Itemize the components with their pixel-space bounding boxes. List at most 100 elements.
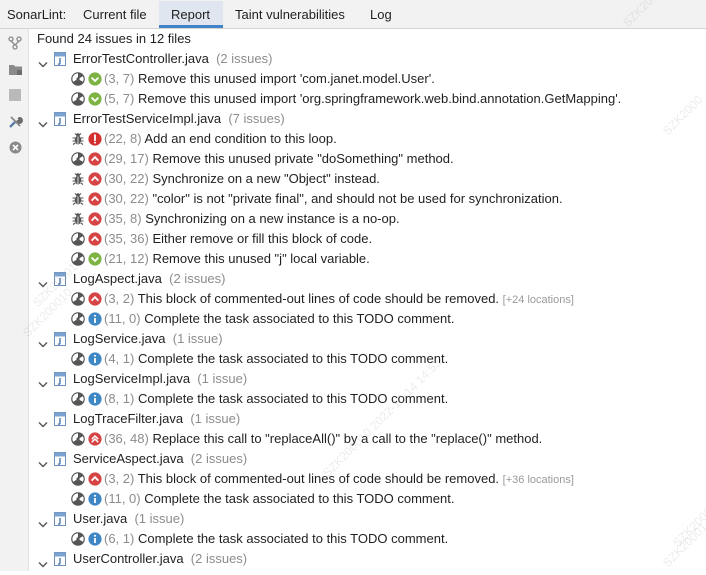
issues-tree: Found 24 issues in 12 files ErrorTestCon… bbox=[30, 29, 706, 571]
issue-message: Remove this unused private "doSomething"… bbox=[152, 151, 454, 166]
file-row[interactable]: LogServiceImpl.java (1 issue) bbox=[30, 369, 706, 389]
issue-row[interactable]: (3, 7) Remove this unused import 'com.ja… bbox=[30, 69, 706, 89]
issue-position: (22, 8) bbox=[104, 131, 142, 146]
tool-window-title: SonarLint: bbox=[7, 7, 67, 22]
side-toolbar bbox=[0, 29, 29, 571]
file-issue-count: (1 issue) bbox=[190, 411, 241, 426]
issue-locations[interactable]: [+24 locations] bbox=[503, 294, 574, 306]
issue-position: (3, 2) bbox=[104, 291, 135, 306]
issue-message: Remove this unused import 'com.janet.mod… bbox=[137, 71, 435, 86]
issue-text: (21, 12) Remove this unused "j" local va… bbox=[104, 249, 370, 269]
issue-message: "color" is not "private final", and shou… bbox=[152, 191, 563, 206]
file-row[interactable]: LogService.java (1 issue) bbox=[30, 329, 706, 349]
java-file-icon bbox=[54, 412, 66, 426]
issue-position: (11, 0) bbox=[104, 491, 141, 506]
branch-icon[interactable] bbox=[7, 35, 23, 51]
issue-row[interactable]: (29, 17) Remove this unused private "doS… bbox=[30, 149, 706, 169]
issue-text: (3, 2) This block of commented-out lines… bbox=[104, 289, 574, 310]
file-name: ServiceAspect.java (2 issues) bbox=[73, 451, 248, 466]
file-row[interactable]: ErrorTestController.java (2 issues) bbox=[30, 49, 706, 69]
tab-taint-vulnerabilities[interactable]: Taint vulnerabilities bbox=[235, 7, 345, 22]
issue-position: (8, 1) bbox=[104, 391, 135, 406]
tools-icon[interactable] bbox=[7, 113, 23, 129]
clear-icon[interactable] bbox=[7, 139, 23, 155]
issue-position: (4, 1) bbox=[104, 351, 135, 366]
file-row[interactable]: LogTraceFilter.java (1 issue) bbox=[30, 409, 706, 429]
file-issue-count: (1 issue) bbox=[134, 511, 185, 526]
file-name: LogService.java (1 issue) bbox=[73, 331, 223, 346]
issue-row[interactable]: (35, 8) Synchronizing on a new instance … bbox=[30, 209, 706, 229]
selected-tab-indicator bbox=[159, 25, 223, 28]
java-file-icon bbox=[54, 332, 66, 346]
file-name: LogTraceFilter.java (1 issue) bbox=[73, 411, 241, 426]
issue-row[interactable]: (5, 7) Remove this unused import 'org.sp… bbox=[30, 89, 706, 109]
issue-message: Remove this unused import 'org.springfra… bbox=[137, 91, 622, 106]
java-file-icon bbox=[54, 552, 66, 566]
tab-current-file[interactable]: Current file bbox=[83, 7, 147, 22]
file-row[interactable]: ErrorTestServiceImpl.java (7 issues) bbox=[30, 109, 706, 129]
issue-row[interactable]: (4, 1) Complete the task associated to t… bbox=[30, 349, 706, 369]
issues-summary: Found 24 issues in 12 files bbox=[37, 31, 191, 46]
issue-position: (21, 12) bbox=[104, 251, 149, 266]
file-issue-count: (2 issues) bbox=[190, 551, 248, 566]
issue-position: (11, 0) bbox=[104, 311, 141, 326]
issue-text: (30, 22) Synchronize on a new "Object" i… bbox=[104, 169, 380, 189]
issue-row[interactable]: (3, 2) This block of commented-out lines… bbox=[30, 289, 706, 309]
issue-row[interactable]: (30, 22) Synchronize on a new "Object" i… bbox=[30, 169, 706, 189]
issue-text: (5, 7) Remove this unused import 'org.sp… bbox=[104, 89, 621, 109]
java-file-icon bbox=[54, 452, 66, 466]
issue-message: Synchronizing on a new instance is a no-… bbox=[145, 211, 400, 226]
issue-message: This block of commented-out lines of cod… bbox=[137, 291, 500, 306]
issue-locations[interactable]: [+36 locations] bbox=[503, 474, 574, 486]
file-issue-count: (1 issue) bbox=[197, 371, 248, 386]
file-name: LogServiceImpl.java (1 issue) bbox=[73, 371, 248, 386]
file-name: LogAspect.java (2 issues) bbox=[73, 271, 226, 286]
file-name: User.java (1 issue) bbox=[73, 511, 185, 526]
tab-log[interactable]: Log bbox=[370, 7, 392, 22]
issue-row[interactable]: (30, 22) "color" is not "private final",… bbox=[30, 189, 706, 209]
java-file-icon bbox=[54, 272, 66, 286]
issue-row[interactable]: (36, 48) Replace this call to "replaceAl… bbox=[30, 429, 706, 449]
issue-position: (35, 8) bbox=[104, 211, 142, 226]
issue-message: Complete the task associated to this TOD… bbox=[144, 311, 455, 326]
issue-row[interactable]: (11, 0) Complete the task associated to … bbox=[30, 489, 706, 509]
issue-row[interactable]: (6, 1) Complete the task associated to t… bbox=[30, 529, 706, 549]
issue-row[interactable]: (35, 36) Either remove or fill this bloc… bbox=[30, 229, 706, 249]
tab-report[interactable]: Report bbox=[171, 7, 210, 22]
folder-icon[interactable] bbox=[7, 61, 23, 77]
issue-row[interactable]: (3, 2) This block of commented-out lines… bbox=[30, 469, 706, 489]
issue-row[interactable]: (21, 12) Remove this unused "j" local va… bbox=[30, 249, 706, 269]
file-issue-count: (1 issue) bbox=[172, 331, 223, 346]
file-name: ErrorTestController.java (2 issues) bbox=[73, 51, 273, 66]
issue-message: This block of commented-out lines of cod… bbox=[137, 471, 500, 486]
issue-text: (11, 0) Complete the task associated to … bbox=[104, 309, 454, 329]
file-issue-count: (2 issues) bbox=[190, 451, 248, 466]
file-issue-count: (2 issues) bbox=[216, 51, 273, 66]
issue-text: (4, 1) Complete the task associated to t… bbox=[104, 349, 448, 369]
tool-window-header: SonarLint: Current file Report Taint vul… bbox=[0, 0, 706, 29]
file-row[interactable]: LogAspect.java (2 issues) bbox=[30, 269, 706, 289]
stop-icon[interactable] bbox=[7, 87, 23, 103]
issue-text: (3, 7) Remove this unused import 'com.ja… bbox=[104, 69, 435, 89]
issue-message: Complete the task associated to this TOD… bbox=[137, 531, 449, 546]
issue-position: (6, 1) bbox=[104, 531, 135, 546]
issue-position: (30, 22) bbox=[104, 191, 149, 206]
file-row[interactable]: UserController.java (2 issues) bbox=[30, 549, 706, 569]
issue-position: (29, 17) bbox=[104, 151, 149, 166]
file-name: ErrorTestServiceImpl.java (7 issues) bbox=[73, 111, 285, 126]
issue-position: (3, 2) bbox=[104, 471, 135, 486]
issue-position: (35, 36) bbox=[104, 231, 149, 246]
java-file-icon bbox=[54, 52, 66, 66]
issue-text: (30, 22) "color" is not "private final",… bbox=[104, 189, 563, 209]
issue-row[interactable]: (11, 0) Complete the task associated to … bbox=[30, 309, 706, 329]
issue-text: (35, 36) Either remove or fill this bloc… bbox=[104, 229, 372, 249]
file-row[interactable]: User.java (1 issue) bbox=[30, 509, 706, 529]
issue-row[interactable]: (22, 8) Add an end condition to this loo… bbox=[30, 129, 706, 149]
chevron-down-icon bbox=[38, 555, 48, 575]
file-row[interactable]: ServiceAspect.java (2 issues) bbox=[30, 449, 706, 469]
java-file-icon bbox=[54, 372, 66, 386]
file-issue-count: (2 issues) bbox=[169, 271, 226, 286]
issue-text: (6, 1) Complete the task associated to t… bbox=[104, 529, 448, 549]
issue-row[interactable]: (8, 1) Complete the task associated to t… bbox=[30, 389, 706, 409]
issue-text: (36, 48) Replace this call to "replaceAl… bbox=[104, 429, 542, 449]
